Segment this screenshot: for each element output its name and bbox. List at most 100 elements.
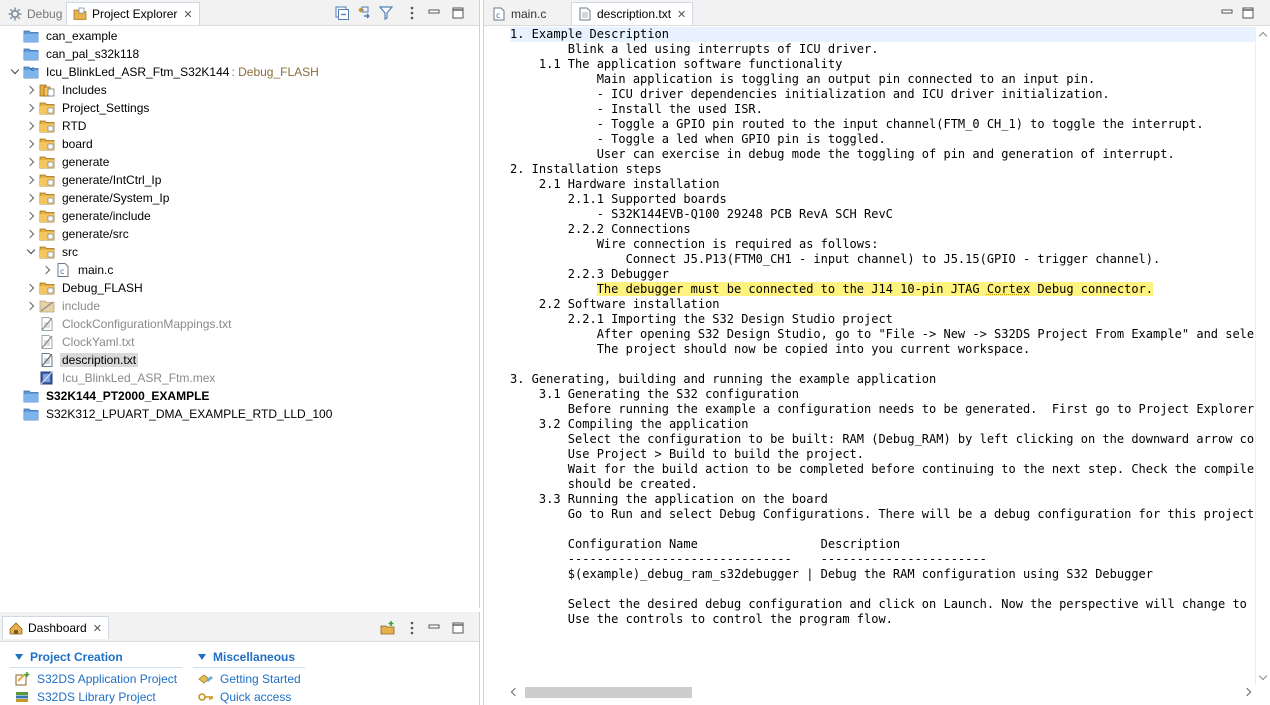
minimize-icon[interactable] bbox=[1219, 5, 1235, 21]
chevron-down-icon[interactable] bbox=[10, 67, 20, 77]
tab-debug[interactable]: Debug bbox=[2, 2, 68, 25]
tree-item-label: board bbox=[60, 137, 95, 151]
section-project-creation[interactable]: Project Creation bbox=[15, 650, 123, 664]
tree-item[interactable]: RTD bbox=[0, 117, 470, 135]
tree-item[interactable]: ClockConfigurationMappings.txt bbox=[0, 315, 470, 333]
debug-gear-icon bbox=[8, 7, 22, 21]
chevron-right-icon[interactable] bbox=[26, 175, 36, 185]
text-editor[interactable]: 1. Example Description Blink a led using… bbox=[510, 27, 1255, 685]
text-line: - ICU driver dependencies initialization… bbox=[510, 87, 1110, 102]
close-icon[interactable]: ✕ bbox=[93, 622, 102, 635]
tree-item-label: generate/src bbox=[60, 227, 131, 241]
section-miscellaneous[interactable]: Miscellaneous bbox=[198, 650, 295, 664]
tree-item[interactable]: generate/IntCtrl_Ip bbox=[0, 171, 470, 189]
close-icon[interactable]: ✕ bbox=[183, 8, 192, 21]
tree-item-label: S32K312_LPUART_DMA_EXAMPLE_RTD_LLD_100 bbox=[44, 407, 334, 421]
new-project-icon[interactable] bbox=[380, 620, 396, 636]
tree-item[interactable]: src bbox=[0, 243, 470, 261]
minimize-icon[interactable] bbox=[426, 5, 442, 21]
link-label: Quick access bbox=[220, 690, 291, 704]
application-project-icon bbox=[15, 672, 31, 686]
tree-item[interactable]: generate/src bbox=[0, 225, 470, 243]
tab-main-c[interactable]: c main.c bbox=[486, 2, 552, 25]
highlighted-text: The debugger must be connected to the J1… bbox=[597, 282, 1153, 296]
tree-item-label: Icu_BlinkLed_ASR_Ftm.mex bbox=[60, 371, 217, 385]
tree-item[interactable]: generate/include bbox=[0, 207, 470, 225]
tree-item[interactable]: can_example bbox=[0, 27, 470, 45]
tree-spacer bbox=[10, 31, 20, 41]
chevron-right-icon[interactable] bbox=[26, 103, 36, 113]
collapse-all-icon[interactable] bbox=[334, 5, 350, 21]
chevron-down-icon[interactable] bbox=[26, 247, 36, 257]
tree-item-label: Icu_BlinkLed_ASR_Ftm_S32K144 bbox=[44, 65, 231, 79]
horizontal-scrollbar[interactable] bbox=[506, 685, 1256, 699]
maximize-icon[interactable] bbox=[1240, 5, 1256, 21]
folder-icon bbox=[39, 209, 55, 223]
chevron-right-icon[interactable] bbox=[26, 85, 36, 95]
text-line: 2.2.3 Debugger bbox=[510, 267, 669, 282]
chevron-right-icon[interactable] bbox=[26, 283, 36, 293]
tree-item[interactable]: ClockYaml.txt bbox=[0, 333, 470, 351]
link-quick-access[interactable]: Quick access bbox=[198, 690, 291, 704]
chevron-right-icon[interactable] bbox=[26, 301, 36, 311]
tree-item-label: Debug_FLASH bbox=[60, 281, 145, 295]
tree-spacer bbox=[26, 319, 36, 329]
scroll-down-icon[interactable] bbox=[1259, 672, 1267, 680]
link-s32ds-library-project[interactable]: S32DS Library Project bbox=[15, 690, 156, 704]
tree-item[interactable]: generate/System_Ip bbox=[0, 189, 470, 207]
scrollbar-thumb[interactable] bbox=[525, 687, 692, 698]
tree-item[interactable]: Debug_FLASH bbox=[0, 279, 470, 297]
tab-project-explorer[interactable]: Project Explorer ✕ bbox=[66, 2, 200, 25]
section-title: Miscellaneous bbox=[213, 650, 295, 664]
maximize-icon[interactable] bbox=[450, 620, 466, 636]
folder-icon bbox=[39, 101, 55, 115]
tree-item-label: can_pal_s32k118 bbox=[44, 47, 141, 61]
tree-item[interactable]: S32K144_PT2000_EXAMPLE bbox=[0, 387, 470, 405]
build-config-decoration: : Debug_FLASH bbox=[231, 65, 318, 79]
expand-triangle-icon bbox=[15, 654, 23, 660]
tree-item[interactable]: c main.c bbox=[0, 261, 470, 279]
tree-item[interactable]: can_pal_s32k118 bbox=[0, 45, 470, 63]
tree-item[interactable]: c Icu_BlinkLed_ASR_Ftm_S32K144: Debug_FLA… bbox=[0, 63, 470, 81]
tab-dashboard[interactable]: Dashboard ✕ bbox=[2, 616, 109, 639]
tree-item[interactable]: generate bbox=[0, 153, 470, 171]
filter-icon[interactable] bbox=[378, 5, 394, 21]
tree-item[interactable]: Icu_BlinkLed_ASR_Ftm.mex bbox=[0, 369, 470, 387]
view-menu-icon[interactable] bbox=[404, 5, 420, 21]
tree-item[interactable]: Includes bbox=[0, 81, 470, 99]
tab-dashboard-label: Dashboard bbox=[28, 621, 87, 635]
tree-item[interactable]: description.txt bbox=[0, 351, 470, 369]
chevron-right-icon[interactable] bbox=[26, 229, 36, 239]
editor-body[interactable]: 1. Example Description Blink a led using… bbox=[484, 27, 1270, 705]
scroll-right-icon[interactable] bbox=[1243, 688, 1251, 696]
tree-item[interactable]: board bbox=[0, 135, 470, 153]
close-icon[interactable]: ✕ bbox=[677, 8, 686, 21]
tree-item[interactable]: include bbox=[0, 297, 470, 315]
maximize-icon[interactable] bbox=[450, 5, 466, 21]
link-getting-started[interactable]: Getting Started bbox=[198, 672, 301, 686]
tree-item[interactable]: Project_Settings bbox=[0, 99, 470, 117]
text-line: Configuration Name Description bbox=[510, 537, 900, 552]
chevron-right-icon[interactable] bbox=[26, 211, 36, 221]
scroll-up-icon[interactable] bbox=[1259, 32, 1267, 40]
scroll-left-icon[interactable] bbox=[511, 688, 519, 696]
minimize-icon[interactable] bbox=[426, 620, 442, 636]
chevron-right-icon[interactable] bbox=[26, 121, 36, 131]
tree-item-label: RTD bbox=[60, 119, 88, 133]
chevron-right-icon[interactable] bbox=[26, 139, 36, 149]
link-s32ds-application-project[interactable]: S32DS Application Project bbox=[15, 672, 177, 686]
chevron-right-icon[interactable] bbox=[26, 193, 36, 203]
chevron-right-icon[interactable] bbox=[26, 157, 36, 167]
tab-description-txt[interactable]: description.txt ✕ bbox=[571, 2, 693, 25]
section-divider bbox=[193, 667, 305, 668]
left-tabbar: Debug Project Explorer ✕ bbox=[0, 0, 479, 26]
view-menu-icon[interactable] bbox=[404, 620, 420, 636]
link-with-editor-icon[interactable] bbox=[356, 5, 372, 21]
tab-debug-label: Debug bbox=[27, 7, 62, 21]
getting-started-icon bbox=[198, 672, 214, 686]
tree-item[interactable]: S32K312_LPUART_DMA_EXAMPLE_RTD_LLD_100 bbox=[0, 405, 470, 423]
tree-item-label: generate/IntCtrl_Ip bbox=[60, 173, 163, 187]
vertical-scrollbar[interactable] bbox=[1255, 27, 1270, 685]
c-project-icon: c bbox=[23, 65, 39, 79]
chevron-right-icon[interactable] bbox=[42, 265, 52, 275]
